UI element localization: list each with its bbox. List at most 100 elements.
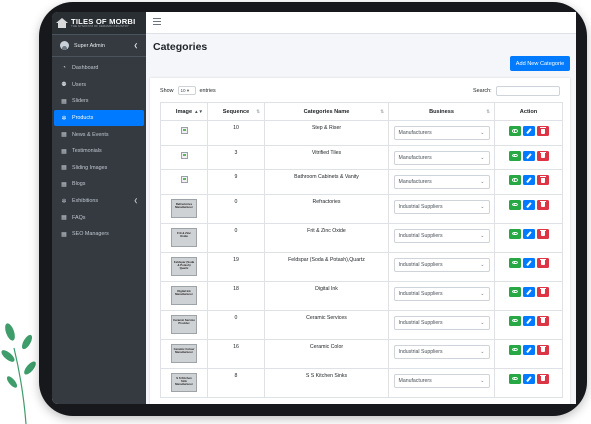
edit-button[interactable] (522, 257, 535, 268)
view-button[interactable] (508, 150, 521, 161)
trash-icon (539, 374, 546, 381)
eye-icon (511, 376, 518, 381)
business-select[interactable]: Manufacturers ⌄ (393, 126, 490, 140)
column-header-name[interactable]: Categories Name ⇅ (264, 102, 389, 121)
entries-select[interactable]: 10 ▾ (177, 86, 196, 95)
sidebar-item-users[interactable]: ⚉ Users (52, 77, 146, 94)
view-button[interactable] (508, 175, 521, 185)
cell-sequence: 19 (207, 251, 265, 282)
cell-business: Manufacturers ⌄ (388, 144, 495, 170)
cell-name: Ceramic Services (264, 309, 389, 340)
delete-button[interactable] (536, 228, 549, 239)
business-select[interactable]: Manufacturers ⌄ (393, 373, 490, 388)
edit-button[interactable] (522, 150, 535, 161)
delete-button[interactable] (536, 286, 549, 297)
view-button[interactable] (508, 344, 521, 355)
category-thumbnail: S S Kitchen Sink Manufacturer (171, 372, 197, 392)
cell-business: Industrial Suppliers ⌄ (388, 193, 495, 224)
delete-button[interactable] (536, 150, 549, 161)
category-thumbnail: Frit & Zinc Oxide (171, 227, 197, 247)
sidebar-item-sliding-images[interactable]: ▦ Sliding Images (52, 160, 146, 177)
column-header-image[interactable]: Image ▲▼ (160, 102, 208, 121)
cell-action (494, 144, 563, 170)
edit-button[interactable] (522, 286, 535, 297)
pencil-icon (525, 317, 532, 324)
view-button[interactable] (508, 373, 521, 384)
sidebar-item-testimonials[interactable]: ▦ Testimonials (52, 143, 146, 160)
category-thumbnail: Feldspar (Soda & Potash) Quartz (171, 256, 197, 276)
business-select[interactable]: Manufacturers ⌄ (393, 150, 490, 165)
business-select[interactable]: Industrial Suppliers ⌄ (393, 344, 490, 359)
add-category-button[interactable]: Add New Categorie (510, 56, 570, 71)
thumbnail-caption: Digital Ink Manufacturer (175, 288, 193, 296)
thumbnail-caption: Ceramic Service Provider (173, 317, 195, 325)
cell-name: Refractories (264, 193, 389, 224)
thumbnail-caption: S S Kitchen Sink Manufacturer (175, 375, 193, 386)
view-button[interactable] (508, 286, 521, 297)
sidebar-item-sliders[interactable]: ▦ Sliders (52, 93, 146, 110)
edit-button[interactable] (522, 373, 535, 384)
sidebar-item-exhibitions[interactable]: ✲ Exhibitions ❮ (52, 193, 146, 210)
sidebar-item-label: FAQs (72, 214, 86, 221)
edit-button[interactable] (522, 199, 535, 210)
sort-icon: ⇅ (486, 109, 490, 114)
search-input[interactable] (495, 86, 560, 96)
eye-icon (511, 260, 518, 265)
sidebar-user[interactable]: Super Admin ❮ (52, 35, 146, 57)
view-button[interactable] (508, 199, 521, 210)
business-select[interactable]: Industrial Suppliers ⌄ (393, 257, 490, 272)
view-button[interactable] (508, 315, 521, 326)
pencil-icon (525, 230, 532, 237)
edit-button[interactable] (522, 344, 535, 355)
sidebar-item-faqs[interactable]: ▦ FAQs (52, 209, 146, 226)
eye-icon (511, 178, 518, 182)
view-button[interactable] (508, 228, 521, 239)
sidebar-item-news-events[interactable]: ▦ News & Events (52, 126, 146, 143)
chevron-down-icon: ⌄ (480, 348, 485, 355)
sidebar-item-label: Testimonials (72, 148, 102, 155)
delete-button[interactable] (536, 126, 549, 136)
edit-button[interactable] (522, 228, 535, 239)
delete-button[interactable] (536, 373, 549, 384)
view-button[interactable] (508, 126, 521, 136)
delete-button[interactable] (536, 257, 549, 268)
business-select[interactable]: Industrial Suppliers ⌄ (393, 199, 490, 214)
thumbnail-caption: Feldspar (Soda & Potash) Quartz (173, 259, 195, 270)
business-select[interactable]: Industrial Suppliers ⌄ (393, 286, 490, 301)
pencil-icon (525, 375, 532, 382)
sliding-images-icon: ▦ (61, 165, 67, 172)
sidebar-item-blogs[interactable]: ▦ Blogs (52, 176, 146, 193)
column-header-action: Action (494, 102, 563, 121)
table-row: 3 Vitrified Tiles Manufacturers ⌄ (160, 144, 563, 170)
menu-toggle-icon[interactable] (153, 18, 161, 25)
broken-image-icon (180, 127, 188, 134)
business-select[interactable]: Industrial Suppliers ⌄ (393, 228, 490, 243)
edit-button[interactable] (522, 175, 535, 185)
delete-button[interactable] (536, 175, 549, 185)
categories-card: Show 10 ▾ entries Search: Image ▲▼ Seque… (150, 78, 570, 404)
cell-image: Frit & Zinc Oxide (160, 222, 208, 253)
category-thumbnail: Ceramic Service Provider (171, 314, 197, 334)
delete-button[interactable] (536, 315, 549, 326)
edit-button[interactable] (522, 315, 535, 326)
cell-business: Industrial Suppliers ⌄ (388, 338, 495, 369)
business-select[interactable]: Manufacturers ⌄ (393, 175, 490, 189)
cell-image: S S Kitchen Sink Manufacturer (160, 367, 208, 398)
column-header-business[interactable]: Business ⇅ (388, 102, 495, 121)
sidebar-item-dashboard[interactable]: ◔ Dashboard (52, 60, 146, 77)
sidebar-item-seo-managers[interactable]: ▦ SEO Managers (52, 226, 146, 243)
chevron-down-icon: ⌄ (480, 203, 485, 210)
dashboard-icon: ◔ (62, 65, 66, 72)
sidebar-item-products[interactable]: ✲ Products (54, 109, 144, 127)
brand-logo[interactable]: TILES OF MORBI THE SYNONYM OF CERAMIC IN… (52, 12, 146, 35)
chevron-down-icon: ⌄ (480, 290, 485, 297)
users-icon: ⚉ (61, 82, 67, 89)
edit-button[interactable] (522, 126, 535, 136)
business-select[interactable]: Industrial Suppliers ⌄ (393, 315, 490, 330)
column-header-sequence[interactable]: Sequence ⇅ (207, 102, 265, 121)
eye-icon (511, 129, 518, 133)
delete-button[interactable] (536, 344, 549, 355)
cell-action (494, 169, 563, 195)
view-button[interactable] (508, 257, 521, 268)
delete-button[interactable] (536, 199, 549, 210)
